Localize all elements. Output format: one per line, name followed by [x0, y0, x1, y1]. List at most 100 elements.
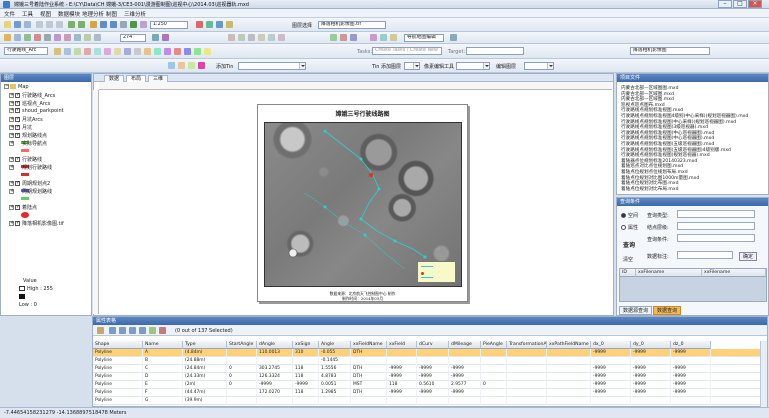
toc-layer[interactable]: + 规划路线点: [9, 132, 47, 139]
result-col-filename-2[interactable]: xxFilename: [702, 269, 766, 277]
tin-combo-1[interactable]: [238, 62, 306, 70]
expand-icon[interactable]: +: [9, 189, 14, 194]
waypoint-icon[interactable]: [340, 34, 347, 41]
tin-combo-3[interactable]: [456, 62, 490, 70]
attribute-icon[interactable]: [278, 34, 285, 41]
nav-edit-combo[interactable]: 导航地图编辑: [404, 34, 444, 42]
sketch-icon[interactable]: [450, 34, 457, 41]
split-icon[interactable]: [248, 34, 255, 41]
tab-3d[interactable]: 三维: [148, 75, 169, 82]
validate-icon[interactable]: [184, 48, 191, 55]
zoom-combo[interactable]: 274: [120, 34, 146, 42]
point-icon[interactable]: [44, 34, 51, 41]
error-icon[interactable]: [174, 48, 181, 55]
hyperlink-icon[interactable]: [226, 21, 233, 28]
table-options-icon[interactable]: [97, 327, 104, 334]
menu-analysis[interactable]: 地理分析: [82, 10, 104, 18]
column-header[interactable]: xxSign: [293, 341, 319, 349]
save-icon[interactable]: [14, 21, 21, 28]
tin-a-icon[interactable]: [168, 62, 175, 69]
toc-layer[interactable]: + 周期规划点2: [9, 180, 50, 187]
last-record-icon[interactable]: [139, 327, 146, 334]
pixel-edit-label[interactable]: 像素编辑工具: [424, 63, 454, 70]
tool3-icon[interactable]: [390, 34, 397, 41]
table-row[interactable]: Polyline F (44.47m) 172.0270 118 1.2985 DTH -99…: [93, 389, 761, 397]
column-header[interactable]: dz_0: [671, 341, 711, 349]
tin-d-icon[interactable]: [198, 62, 205, 69]
tin-b-icon[interactable]: [178, 62, 185, 69]
menu-map[interactable]: 制图: [106, 10, 117, 18]
column-header[interactable]: xxFieldName: [351, 341, 387, 349]
column-header[interactable]: xxPathFieldName: [547, 341, 591, 349]
menu-data[interactable]: 数据模块: [58, 10, 80, 18]
table-row[interactable]: Polyline D (24.33m) 0 126.3324 118 4.8783 DTH -9…: [93, 373, 761, 381]
next-record-icon[interactable]: [129, 327, 136, 334]
column-header[interactable]: StartAngle: [227, 341, 257, 349]
column-header[interactable]: TransformationAng: [507, 341, 547, 349]
menu-3d[interactable]: 三维分析: [124, 10, 146, 18]
topology-icon[interactable]: [154, 48, 161, 55]
toc-layer[interactable]: + 巡视点_Arcs: [9, 100, 50, 107]
table-row[interactable]: Polyline A (4.84m) 110.0013 310 -0.055 DTH -999…: [93, 349, 761, 357]
expand-icon[interactable]: +: [9, 165, 14, 170]
radio-spatial[interactable]: 空间: [621, 212, 638, 219]
cut-icon[interactable]: [36, 21, 43, 28]
toc-layer[interactable]: + 行驶路线_Arcs: [9, 92, 55, 99]
tasks-combo[interactable]: Create Tasks / Create New: [372, 47, 442, 55]
find-icon[interactable]: [216, 21, 223, 28]
zoom-out-icon[interactable]: [110, 21, 117, 28]
expand-icon[interactable]: +: [9, 157, 14, 162]
layer-checkbox[interactable]: [15, 116, 20, 122]
prev-record-icon[interactable]: [119, 327, 126, 334]
expand-icon[interactable]: +: [9, 133, 14, 138]
toc-layer[interactable]: + 降落相机影像图.tif: [9, 220, 64, 227]
column-header[interactable]: dMileage: [449, 341, 481, 349]
paste-icon[interactable]: [56, 21, 63, 28]
toc-layer[interactable]: + 月坑Arcs: [9, 116, 43, 123]
field-icon[interactable]: [144, 48, 151, 55]
expand-icon[interactable]: +: [9, 93, 14, 98]
expand-icon[interactable]: +: [9, 205, 14, 210]
expand-icon[interactable]: +: [9, 181, 14, 186]
layer-checkbox[interactable]: [15, 92, 20, 98]
maximize-button[interactable]: □: [733, 0, 747, 8]
radio-attribute[interactable]: 属性: [621, 224, 638, 231]
expand-icon[interactable]: +: [9, 221, 14, 226]
layer-checkbox[interactable]: [15, 107, 20, 113]
scale-combo[interactable]: 1:250: [150, 21, 188, 29]
sketch-props-icon[interactable]: [124, 48, 131, 55]
column-header[interactable]: Angle: [319, 341, 351, 349]
tin-c-icon[interactable]: [188, 62, 195, 69]
minimize-button[interactable]: –: [718, 0, 732, 8]
tab-data[interactable]: 数据: [104, 75, 125, 82]
editor-icon[interactable]: [54, 48, 61, 55]
draw-icon[interactable]: [4, 34, 11, 41]
zoom-in-icon[interactable]: [100, 21, 107, 28]
copy-icon[interactable]: [46, 21, 53, 28]
sketch-tool-icon[interactable]: [64, 48, 71, 55]
expand-icon[interactable]: +: [9, 117, 14, 122]
table-row[interactable]: Polyline G (39.9m): [93, 397, 761, 405]
collapse-icon[interactable]: −: [4, 84, 9, 89]
tool-icon[interactable]: [370, 34, 377, 41]
line-icon[interactable]: [34, 34, 41, 41]
close-button[interactable]: ×: [748, 0, 762, 8]
toc-layer[interactable]: + 月坑: [9, 124, 32, 131]
toc-layer[interactable]: + 行驶路线: [9, 156, 42, 163]
edit-icon[interactable]: [228, 34, 235, 41]
snap-icon[interactable]: [268, 34, 275, 41]
expand-icon[interactable]: +: [9, 108, 14, 113]
toc-root[interactable]: − Map: [4, 84, 29, 90]
grid-icon[interactable]: [94, 34, 101, 41]
reshape-icon[interactable]: [74, 48, 81, 55]
layer-checkbox[interactable]: [15, 124, 20, 130]
tab-datasource-query[interactable]: 数据源查询: [619, 306, 653, 315]
tin-add-layer-label[interactable]: Tin 添加图层: [372, 63, 401, 70]
table-scrollbar[interactable]: [760, 341, 767, 407]
menu-file[interactable]: 文件: [4, 10, 15, 18]
tool2-icon[interactable]: [380, 34, 387, 41]
expand-icon[interactable]: +: [9, 101, 14, 106]
column-header[interactable]: dAngle: [257, 341, 293, 349]
result-col-filename[interactable]: xxFilename: [636, 269, 702, 277]
open-icon[interactable]: [4, 21, 11, 28]
